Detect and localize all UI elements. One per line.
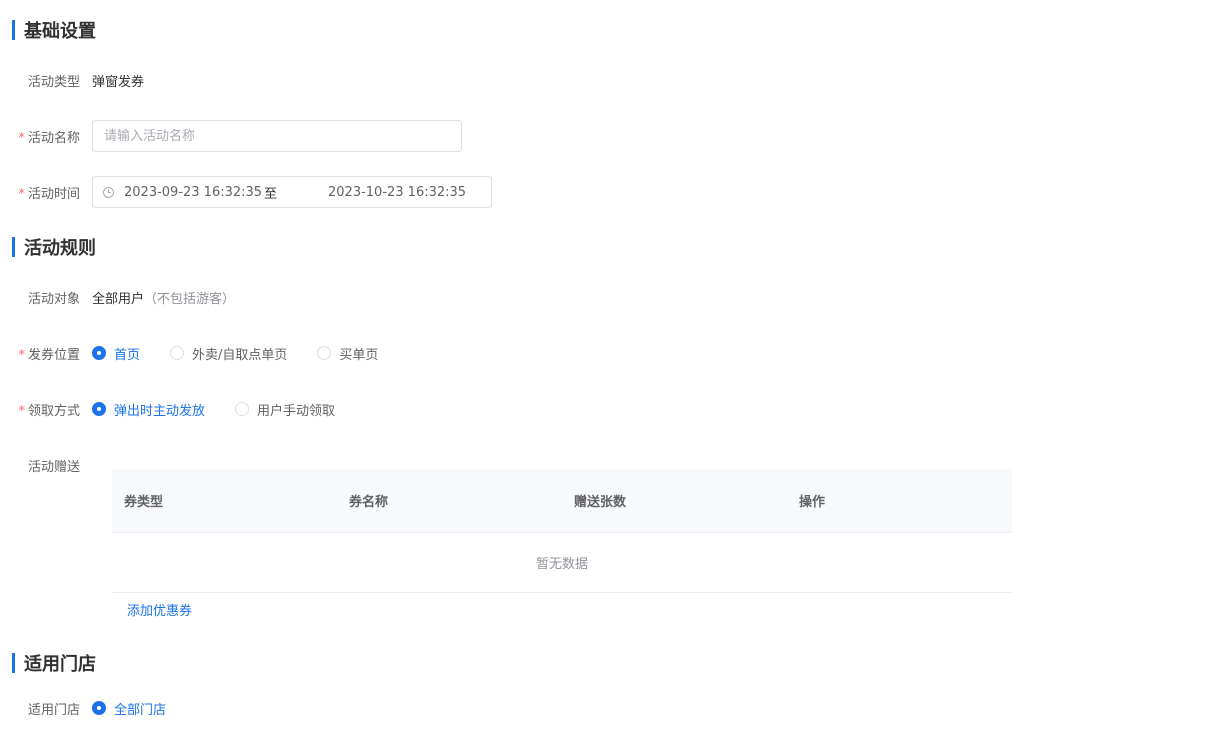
activity-type-value: 弹窗发券 [92, 74, 145, 90]
table-header-cell: 券类型 [124, 495, 164, 510]
activity-target-row: 活动对象 全部用户 （不包括游客） [0, 281, 235, 313]
method-radio-manual[interactable]: 用户手动领取 [235, 400, 335, 419]
time-range-separator: 至 [264, 186, 278, 202]
activity-gift-label: 活动赠送 [27, 459, 80, 475]
add-coupon-link[interactable]: 添加优惠券 [127, 600, 192, 619]
activity-target-note: （不包括游客） [144, 291, 236, 307]
table-header-cell: 赠送张数 [574, 495, 627, 510]
position-radio-pay[interactable]: 买单页 [317, 344, 378, 363]
activity-type-label: 活动类型 [27, 74, 80, 90]
activity-target-label: 活动对象 [27, 291, 80, 307]
required-mark: * [18, 347, 25, 363]
radio-checked-icon [92, 701, 106, 715]
table-empty-text: 暂无数据 [112, 533, 1012, 593]
time-start-value[interactable]: 2023-09-23 16:32:35 [124, 185, 264, 200]
section-stores-label: 适用门店 [24, 654, 96, 675]
method-radio-auto[interactable]: 弹出时主动发放 [92, 400, 205, 419]
activity-name-input[interactable] [92, 120, 462, 152]
position-radio-order[interactable]: 外卖/自取点单页 [170, 344, 287, 363]
section-basic-title: 基础设置 [12, 20, 96, 42]
table-header-cell: 券名称 [349, 495, 389, 510]
stores-row: 适用门店 全部门店 [0, 692, 196, 724]
required-mark: * [18, 403, 25, 419]
section-accent-bar [12, 20, 15, 40]
stores-radio-all[interactable]: 全部门店 [92, 699, 166, 718]
radio-unchecked-icon [170, 346, 185, 360]
activity-time-row: * 活动时间 2023-09-23 16:32:35 至 2023-10-23 1… [0, 176, 492, 208]
table-header-cell: 操作 [799, 495, 826, 510]
coupon-position-label: * 发券位置 [18, 347, 80, 363]
radio-unchecked-icon [317, 346, 332, 360]
activity-type-row: 活动类型 弹窗发券 [0, 64, 144, 96]
radio-checked-icon [92, 402, 106, 416]
radio-checked-icon [92, 346, 106, 360]
section-rules-label: 活动规则 [24, 238, 96, 259]
receive-method-row: * 领取方式 弹出时主动发放 用户手动领取 [0, 393, 365, 425]
section-accent-bar [12, 237, 15, 257]
table-header: 券类型 券名称 赠送张数 操作 [112, 469, 1012, 533]
position-radio-home[interactable]: 首页 [92, 344, 140, 363]
activity-target-value: 全部用户 [92, 291, 145, 307]
section-stores-title: 适用门店 [12, 653, 96, 675]
section-basic-label: 基础设置 [24, 21, 96, 42]
clock-icon [103, 186, 114, 198]
required-mark: * [18, 130, 25, 146]
time-end-value[interactable]: 2023-10-23 16:32:35 [328, 185, 478, 200]
section-accent-bar [12, 653, 15, 673]
radio-unchecked-icon [235, 402, 250, 416]
activity-time-range-picker[interactable]: 2023-09-23 16:32:35 至 2023-10-23 16:32:3… [92, 176, 492, 208]
activity-gift-row: 活动赠送 [0, 449, 80, 481]
required-mark: * [18, 186, 25, 202]
activity-name-label: * 活动名称 [18, 130, 80, 146]
coupon-position-row: * 发券位置 首页 外卖/自取点单页 买单页 [0, 337, 408, 369]
section-rules-title: 活动规则 [12, 237, 96, 259]
activity-time-label: * 活动时间 [18, 186, 80, 202]
activity-name-row: * 活动名称 [0, 120, 462, 152]
stores-label: 适用门店 [27, 702, 80, 718]
receive-method-label: * 领取方式 [18, 403, 80, 419]
gift-coupon-table: 券类型 券名称 赠送张数 操作 暂无数据 [112, 469, 1012, 593]
